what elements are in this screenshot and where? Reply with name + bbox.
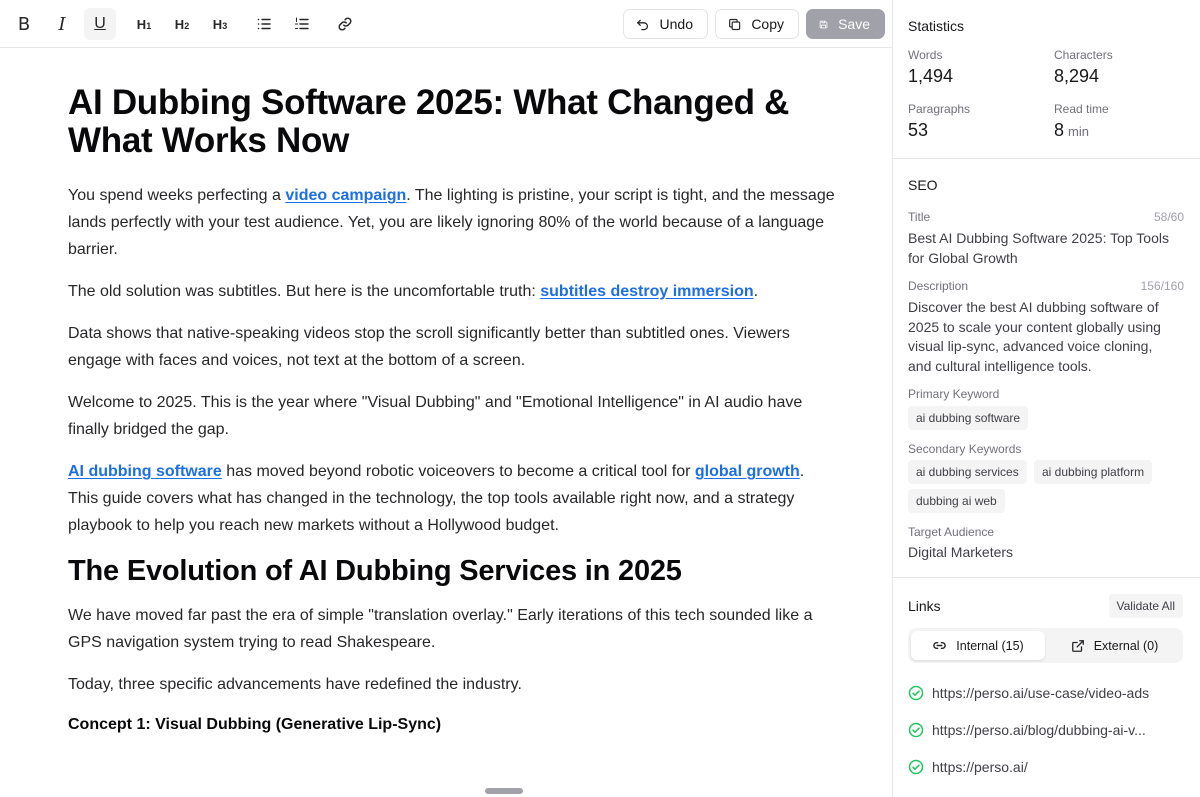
check-circle-icon xyxy=(908,685,924,701)
inline-link[interactable]: subtitles destroy immersion xyxy=(540,283,753,300)
seo-title-label: Title xyxy=(908,210,931,224)
heading-2-button[interactable]: H2 xyxy=(166,8,198,40)
secondary-keyword-chip: dubbing ai web xyxy=(908,489,1005,513)
link-list-item[interactable]: https://perso.ai/blog/dubbing-ai-v... xyxy=(908,722,1146,738)
heading-3-icon: H3 xyxy=(212,16,228,32)
link-icon xyxy=(338,17,352,31)
seo-description-value[interactable]: Discover the best AI dubbing software of… xyxy=(908,298,1178,376)
words-label: Words xyxy=(908,48,943,62)
editor-pane: B I U H1 H2 H3 Undo Copy Save AI Dubbing… xyxy=(0,0,892,797)
document-body[interactable]: AI Dubbing Software 2025: What Changed &… xyxy=(68,84,838,737)
secondary-keywords-label: Secondary Keywords xyxy=(908,442,1022,456)
bold-icon: B xyxy=(17,13,31,35)
undo-button[interactable]: Undo xyxy=(623,9,708,39)
secondary-keyword-chip: ai dubbing platform xyxy=(1034,460,1153,484)
section-divider xyxy=(893,158,1200,159)
seo-description-count: 156/160 xyxy=(1140,279,1184,293)
tab-internal-links[interactable]: Internal (15) xyxy=(911,631,1045,660)
link-url: https://perso.ai/ xyxy=(932,759,1028,775)
external-link-icon xyxy=(1071,639,1084,652)
section-divider xyxy=(893,577,1200,578)
seo-title-count: 58/60 xyxy=(1153,210,1184,224)
insert-link-button[interactable] xyxy=(329,8,361,40)
heading-3-button[interactable]: H3 xyxy=(204,8,236,40)
seo-title: SEO xyxy=(908,177,938,193)
numbered-list-button[interactable] xyxy=(286,8,318,40)
paragraph: Welcome to 2025. This is the year where … xyxy=(68,394,803,438)
seo-title-value[interactable]: Best AI Dubbing Software 2025: Top Tools… xyxy=(908,229,1178,268)
paragraph: AI dubbing software has moved beyond rob… xyxy=(68,463,805,534)
save-icon xyxy=(819,20,828,28)
italic-button[interactable]: I xyxy=(46,8,78,40)
article-title: AI Dubbing Software 2025: What Changed &… xyxy=(68,83,790,160)
link-url: https://perso.ai/use-case/video-ads xyxy=(932,685,1150,701)
inline-link[interactable]: AI dubbing software xyxy=(68,463,222,480)
secondary-keyword-chip: ai dubbing services xyxy=(908,460,1027,484)
undo-icon xyxy=(637,19,648,30)
link-icon xyxy=(933,641,947,650)
underline-button[interactable]: U xyxy=(84,8,116,40)
numbered-list-icon xyxy=(294,17,309,30)
link-list-item[interactable]: https://perso.ai/use-case/video-ads xyxy=(908,685,1149,701)
paragraph: Today, three specific advancements have … xyxy=(68,676,522,693)
bullet-list-button[interactable] xyxy=(248,8,280,40)
inline-link[interactable]: global growth xyxy=(695,463,800,480)
paragraph: Data shows that native-speaking videos s… xyxy=(68,325,790,369)
links-title: Links xyxy=(908,598,941,614)
heading-1-button[interactable]: H1 xyxy=(128,8,160,40)
inline-link[interactable]: video campaign xyxy=(285,187,406,204)
link-url: https://perso.ai/blog/dubbing-ai-v... xyxy=(932,722,1146,738)
resize-handle[interactable] xyxy=(485,788,523,794)
check-circle-icon xyxy=(908,759,924,775)
bullet-list-icon xyxy=(257,18,271,30)
copy-label: Copy xyxy=(751,16,784,32)
target-audience-value: Digital Marketers xyxy=(908,544,1014,560)
seo-description-label: Description xyxy=(908,279,969,293)
words-value: 1,494 xyxy=(908,66,954,86)
bold-button[interactable]: B xyxy=(8,8,40,40)
heading-2-icon: H2 xyxy=(174,16,190,32)
target-audience-label: Target Audience xyxy=(908,525,995,539)
paragraph: You spend weeks perfecting a video campa… xyxy=(68,187,835,258)
paragraphs-value: 53 xyxy=(908,120,929,140)
tab-external-links[interactable]: External (0) xyxy=(1049,631,1180,660)
check-circle-icon xyxy=(908,722,924,738)
statistics-title: Statistics xyxy=(908,18,965,34)
characters-label: Characters xyxy=(1054,48,1113,62)
underline-icon: U xyxy=(94,15,106,32)
section-heading: The Evolution of AI Dubbing Services in … xyxy=(68,555,682,587)
paragraph: The old solution was subtitles. But here… xyxy=(68,283,759,300)
copy-button[interactable]: Copy xyxy=(715,9,799,39)
copy-icon xyxy=(729,18,741,30)
save-button[interactable]: Save xyxy=(806,9,885,39)
primary-keyword-label: Primary Keyword xyxy=(908,387,1000,401)
undo-label: Undo xyxy=(659,16,693,32)
links-tab-switcher: Internal (15) External (0) xyxy=(908,628,1183,663)
link-list-item[interactable]: https://perso.ai/ xyxy=(908,759,1028,775)
save-label: Save xyxy=(838,16,870,32)
side-panel: Statistics Words 1,494 Characters 8,294 … xyxy=(893,0,1200,797)
heading-1-icon: H1 xyxy=(136,16,152,32)
primary-keyword-chip: ai dubbing software xyxy=(908,406,1029,430)
validate-all-button[interactable]: Validate All xyxy=(1108,594,1183,618)
paragraphs-label: Paragraphs xyxy=(908,102,971,116)
italic-icon: I xyxy=(58,13,66,35)
read-time-label: Read time xyxy=(1054,102,1109,116)
subsection-heading: Concept 1: Visual Dubbing (Generative Li… xyxy=(68,716,442,733)
paragraph: We have moved far past the era of simple… xyxy=(68,607,813,651)
formatting-toolbar: B I U H1 H2 H3 Undo Copy Save xyxy=(0,0,892,48)
read-time-value: 8 min xyxy=(1054,120,1089,140)
characters-value: 8,294 xyxy=(1054,66,1100,86)
